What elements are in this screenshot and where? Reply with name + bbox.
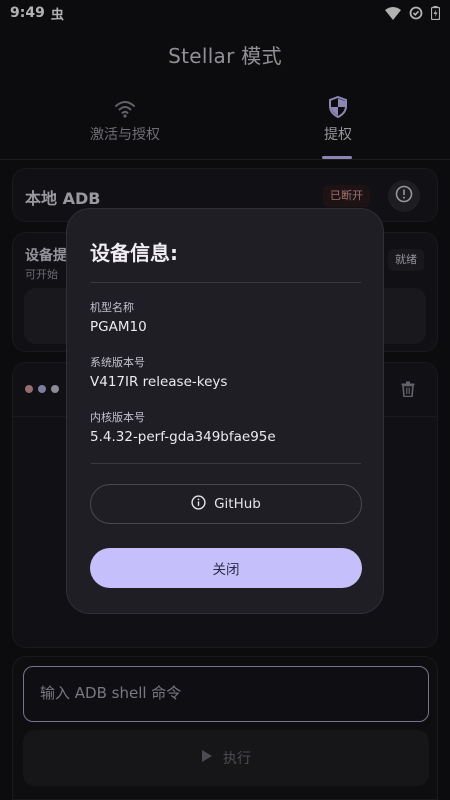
- close-button[interactable]: 关闭: [90, 548, 362, 588]
- model-name-value: PGAM10: [90, 319, 147, 335]
- info-circle-icon: [191, 494, 206, 514]
- divider: [91, 282, 361, 283]
- kernel-version-label: 内核版本号: [90, 411, 145, 424]
- kernel-version-value: 5.4.32-perf-gda349bfae95e: [90, 429, 276, 445]
- system-version-value: V417IR release-keys: [90, 374, 228, 390]
- github-label: GitHub: [214, 496, 261, 512]
- github-button[interactable]: GitHub: [90, 484, 362, 524]
- system-version-label: 系统版本号: [90, 356, 145, 369]
- divider: [91, 463, 361, 464]
- close-label: 关闭: [212, 562, 240, 578]
- model-name-label: 机型名称: [90, 301, 134, 314]
- device-info-dialog: 设备信息: 机型名称 PGAM10 系统版本号 V417IR release-k…: [66, 208, 384, 614]
- dialog-title: 设备信息:: [90, 241, 178, 265]
